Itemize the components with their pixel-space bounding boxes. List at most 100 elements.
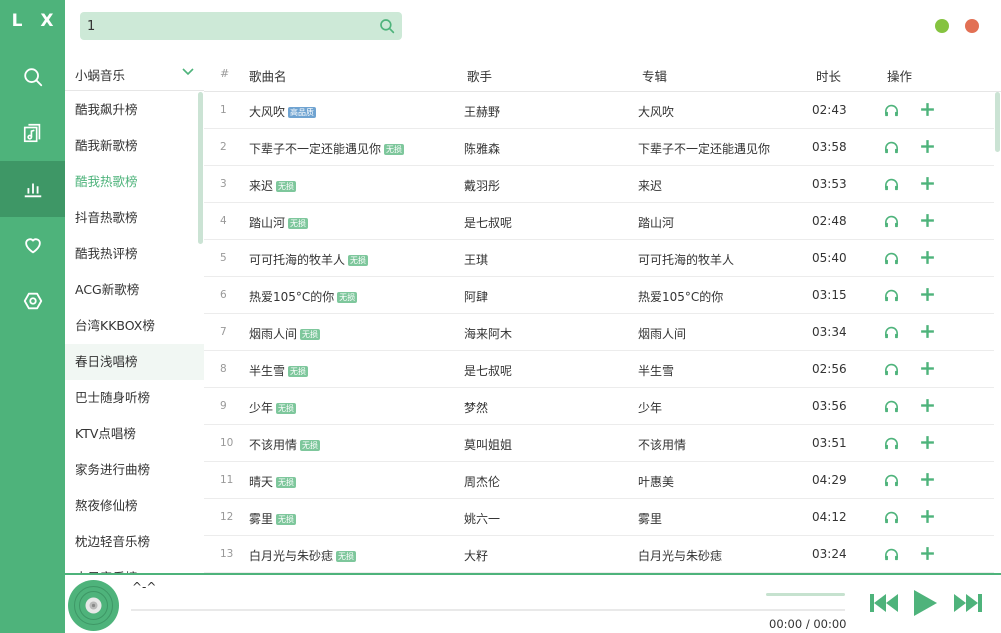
table-row[interactable]: 8 半生雪 无损 是七叔呢 半生雪 02:56 bbox=[204, 351, 994, 388]
add-icon[interactable] bbox=[919, 360, 936, 377]
add-icon[interactable] bbox=[919, 138, 936, 155]
next-track-icon[interactable] bbox=[953, 592, 983, 614]
headphones-icon[interactable] bbox=[883, 324, 900, 341]
row-album[interactable]: 白月光与朱砂痣 bbox=[638, 547, 722, 564]
add-icon[interactable] bbox=[919, 286, 936, 303]
album-disc-icon[interactable] bbox=[68, 580, 119, 631]
row-album[interactable]: 不该用情 bbox=[638, 436, 686, 453]
row-album[interactable]: 半生雪 bbox=[638, 362, 674, 379]
table-row[interactable]: 4 踏山河 无损 是七叔呢 踏山河 02:48 bbox=[204, 203, 994, 240]
row-singer[interactable]: 梦然 bbox=[464, 399, 488, 416]
board-item[interactable]: 家务进行曲榜 bbox=[65, 452, 204, 488]
row-singer[interactable]: 王赫野 bbox=[464, 103, 500, 120]
nav-leaderboard[interactable] bbox=[0, 161, 65, 217]
row-album[interactable]: 来迟 bbox=[638, 177, 662, 194]
row-singer[interactable]: 阿肆 bbox=[464, 288, 488, 305]
nav-settings[interactable] bbox=[0, 273, 65, 329]
board-item[interactable]: KTV点唱榜 bbox=[65, 416, 204, 452]
board-item[interactable]: 熬夜修仙榜 bbox=[65, 488, 204, 524]
row-album[interactable]: 少年 bbox=[638, 399, 662, 416]
row-singer[interactable]: 大籽 bbox=[464, 547, 488, 564]
header-num: # bbox=[220, 67, 230, 80]
row-album[interactable]: 烟雨人间 bbox=[638, 325, 686, 342]
board-item[interactable]: ACG新歌榜 bbox=[65, 272, 204, 308]
headphones-icon[interactable] bbox=[883, 398, 900, 415]
row-singer[interactable]: 海来阿木 bbox=[464, 325, 512, 342]
row-singer[interactable]: 是七叔呢 bbox=[464, 214, 512, 231]
headphones-icon[interactable] bbox=[883, 472, 900, 489]
headphones-icon[interactable] bbox=[883, 213, 900, 230]
headphones-icon[interactable] bbox=[883, 139, 900, 156]
add-icon[interactable] bbox=[919, 397, 936, 414]
row-album[interactable]: 大风吹 bbox=[638, 103, 674, 120]
play-icon[interactable] bbox=[912, 589, 938, 617]
table-row[interactable]: 6 热爱105°C的你 无损 阿肆 热爱105°C的你 03:15 bbox=[204, 277, 994, 314]
volume-slider[interactable] bbox=[766, 593, 845, 596]
board-item[interactable]: 酷我飙升榜 bbox=[65, 92, 204, 128]
nav-songlist[interactable] bbox=[0, 105, 65, 161]
row-singer[interactable]: 王琪 bbox=[464, 251, 488, 268]
headphones-icon[interactable] bbox=[883, 250, 900, 267]
table-row[interactable]: 10 不该用情 无损 莫叫姐姐 不该用情 03:51 bbox=[204, 425, 994, 462]
add-icon[interactable] bbox=[919, 508, 936, 525]
header-album: 专辑 bbox=[642, 69, 668, 84]
row-album[interactable]: 踏山河 bbox=[638, 214, 674, 231]
row-singer[interactable]: 莫叫姐姐 bbox=[464, 436, 512, 453]
add-icon[interactable] bbox=[919, 323, 936, 340]
table-row[interactable]: 7 烟雨人间 无损 海来阿木 烟雨人间 03:34 bbox=[204, 314, 994, 351]
board-item[interactable]: 抖音热歌榜 bbox=[65, 200, 204, 236]
nav-favorites[interactable] bbox=[0, 217, 65, 273]
board-item[interactable]: 酷我热评榜 bbox=[65, 236, 204, 272]
table-row[interactable]: 11 晴天 无损 周杰伦 叶惠美 04:29 bbox=[204, 462, 994, 499]
minimize-button[interactable] bbox=[935, 19, 949, 33]
row-singer[interactable]: 戴羽彤 bbox=[464, 177, 500, 194]
headphones-icon[interactable] bbox=[883, 176, 900, 193]
row-num: 9 bbox=[220, 400, 227, 412]
board-item[interactable]: 春日浅唱榜 bbox=[65, 344, 204, 380]
table-row[interactable]: 1 大风吹 高品质 王赫野 大风吹 02:43 bbox=[204, 92, 994, 129]
row-album[interactable]: 热爱105°C的你 bbox=[638, 288, 723, 305]
table-row[interactable]: 3 来迟 无损 戴羽彤 来迟 03:53 bbox=[204, 166, 994, 203]
row-album[interactable]: 叶惠美 bbox=[638, 473, 674, 490]
headphones-icon[interactable] bbox=[883, 546, 900, 563]
board-source-select[interactable]: 小蜗音乐 bbox=[65, 55, 204, 91]
add-icon[interactable] bbox=[919, 249, 936, 266]
board-item[interactable]: 巴士随身听榜 bbox=[65, 380, 204, 416]
row-album[interactable]: 可可托海的牧羊人 bbox=[638, 251, 734, 268]
headphones-icon[interactable] bbox=[883, 287, 900, 304]
add-icon[interactable] bbox=[919, 471, 936, 488]
close-button[interactable] bbox=[965, 19, 979, 33]
row-singer[interactable]: 是七叔呢 bbox=[464, 362, 512, 379]
song-table-scrollbar[interactable] bbox=[995, 92, 1000, 152]
previous-track-icon[interactable] bbox=[869, 592, 899, 614]
headphones-icon[interactable] bbox=[883, 435, 900, 452]
row-album[interactable]: 雾里 bbox=[638, 510, 662, 527]
nav-search[interactable] bbox=[0, 49, 65, 105]
add-icon[interactable] bbox=[919, 434, 936, 451]
board-item[interactable]: 酷我新歌榜 bbox=[65, 128, 204, 164]
row-singer[interactable]: 陈雅森 bbox=[464, 140, 500, 157]
board-item[interactable]: 台湾KKBOX榜 bbox=[65, 308, 204, 344]
add-icon[interactable] bbox=[919, 175, 936, 192]
search-input[interactable] bbox=[80, 12, 370, 40]
search-icon[interactable] bbox=[378, 17, 396, 35]
board-item[interactable]: 酷我热歌榜 bbox=[65, 164, 204, 200]
row-singer[interactable]: 姚六一 bbox=[464, 510, 500, 527]
board-item[interactable]: 古风音乐榜 bbox=[65, 560, 204, 573]
board-list-scrollbar[interactable] bbox=[198, 92, 203, 244]
progress-bar[interactable] bbox=[131, 609, 845, 611]
table-row[interactable]: 12 雾里 无损 姚六一 雾里 04:12 bbox=[204, 499, 994, 536]
row-album[interactable]: 下辈子不一定还能遇见你 bbox=[638, 140, 770, 157]
headphones-icon[interactable] bbox=[883, 102, 900, 119]
table-row[interactable]: 13 白月光与朱砂痣 无损 大籽 白月光与朱砂痣 03:24 bbox=[204, 536, 994, 573]
headphones-icon[interactable] bbox=[883, 509, 900, 526]
board-item[interactable]: 枕边轻音乐榜 bbox=[65, 524, 204, 560]
add-icon[interactable] bbox=[919, 212, 936, 229]
table-row[interactable]: 5 可可托海的牧羊人 无损 王琪 可可托海的牧羊人 05:40 bbox=[204, 240, 994, 277]
table-row[interactable]: 9 少年 无损 梦然 少年 03:56 bbox=[204, 388, 994, 425]
row-singer[interactable]: 周杰伦 bbox=[464, 473, 500, 490]
headphones-icon[interactable] bbox=[883, 361, 900, 378]
add-icon[interactable] bbox=[919, 101, 936, 118]
add-icon[interactable] bbox=[919, 545, 936, 562]
table-row[interactable]: 2 下辈子不一定还能遇见你 无损 陈雅森 下辈子不一定还能遇见你 03:58 bbox=[204, 129, 994, 166]
